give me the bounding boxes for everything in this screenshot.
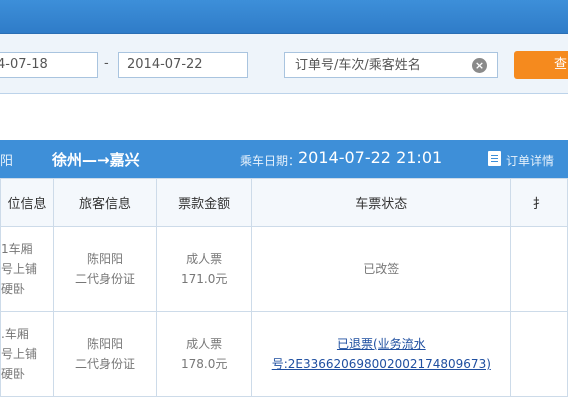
- status-cell: 已改签: [251, 226, 512, 312]
- seat-cell: .车厢 号上铺 硬卧: [0, 311, 54, 397]
- search-input[interactable]: [285, 53, 455, 77]
- table-row: 1车厢 号上铺 硬卧 陈阳阳 二代身份证 成人票 171.0元 已改签: [0, 226, 568, 312]
- order-header-left-text: 阳: [0, 154, 14, 169]
- ticket-type: 成人票: [186, 252, 223, 266]
- travel-date-label: 乘车日期：: [240, 154, 301, 168]
- ticket-status: 已改签: [363, 262, 400, 276]
- clear-circle-icon[interactable]: ×: [472, 58, 487, 73]
- seat-class: 硬卧: [1, 367, 26, 381]
- seat-car: 1车厢: [1, 242, 33, 256]
- filter-bar: 4-07-18 - 2014-07-22 × 查: [0, 34, 568, 94]
- table-header-row: 位信息 旅客信息 票款金额 车票状态 扌: [0, 178, 568, 227]
- action-cell: [510, 311, 568, 397]
- travel-date-value: 2014-07-22 21:01: [298, 148, 443, 167]
- refund-status-link[interactable]: 已退票(业务流水: [252, 334, 510, 354]
- column-header-fare: 票款金额: [155, 178, 253, 227]
- top-nav-bar: [0, 0, 568, 34]
- status-cell: 已退票(业务流水 号:2E336620698002002174809673): [251, 311, 512, 397]
- end-date-input[interactable]: 2014-07-22: [118, 52, 248, 78]
- query-button[interactable]: 查: [514, 51, 568, 79]
- column-header-status: 车票状态: [251, 178, 512, 227]
- order-detail-link[interactable]: 订单详情: [506, 152, 554, 169]
- refund-serial-link[interactable]: 号:2E336620698002002174809673): [252, 354, 510, 374]
- start-date-input[interactable]: 4-07-18: [0, 52, 98, 78]
- column-header-action: 扌: [510, 178, 568, 227]
- seat-cell: 1车厢 号上铺 硬卧: [0, 226, 54, 312]
- fare-amount: 178.0元: [180, 357, 228, 371]
- fare-cell: 成人票 178.0元: [155, 311, 253, 397]
- passenger-id-type: 二代身份证: [74, 357, 135, 371]
- date-separator: -: [104, 56, 109, 71]
- order-header: 阳 徐州—→嘉兴 乘车日期： 2014-07-22 21:01 订单详情: [0, 140, 568, 178]
- seat-class: 硬卧: [1, 282, 26, 296]
- ticket-table: 位信息 旅客信息 票款金额 车票状态 扌 1车厢 号上铺 硬卧 陈阳阳 二代身份…: [0, 178, 568, 397]
- route-label: 徐州—→嘉兴: [52, 151, 140, 169]
- column-header-passenger: 旅客信息: [52, 178, 158, 227]
- fare-cell: 成人票 171.0元: [155, 226, 253, 312]
- column-header-seat: 位信息: [0, 178, 54, 227]
- passenger-cell: 陈阳阳 二代身份证: [52, 226, 158, 312]
- document-icon[interactable]: [488, 151, 501, 166]
- action-cell: [510, 226, 568, 312]
- passenger-name: 陈阳阳: [86, 252, 123, 266]
- passenger-name: 陈阳阳: [86, 337, 123, 351]
- passenger-id-type: 二代身份证: [74, 272, 135, 286]
- seat-car: .车厢: [1, 327, 29, 341]
- search-field: ×: [284, 52, 498, 78]
- table-row: .车厢 号上铺 硬卧 陈阳阳 二代身份证 成人票 178.0元 已退票(业务流水…: [0, 311, 568, 397]
- ticket-type: 成人票: [186, 337, 223, 351]
- seat-berth: 号上铺: [1, 262, 38, 276]
- seat-berth: 号上铺: [1, 347, 38, 361]
- passenger-cell: 陈阳阳 二代身份证: [52, 311, 158, 397]
- fare-amount: 171.0元: [180, 272, 228, 286]
